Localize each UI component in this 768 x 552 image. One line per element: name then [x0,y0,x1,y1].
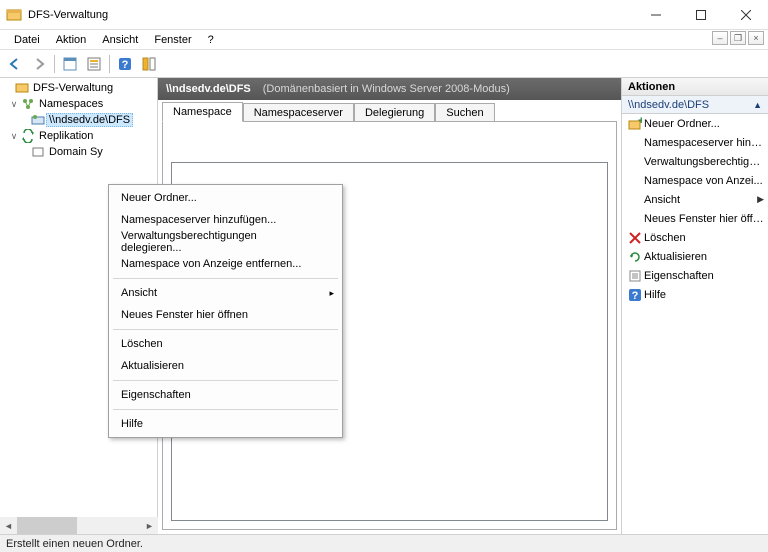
menubar: Datei Aktion Ansicht Fenster ? ‒ ❐ × [0,30,768,50]
scroll-thumb[interactable] [17,517,77,534]
close-button[interactable] [723,0,768,29]
nav-back-button[interactable] [4,53,26,75]
svg-text:?: ? [122,59,129,71]
replication-item-icon [30,144,46,160]
cm-ansicht[interactable]: Ansicht▸ [111,282,340,304]
menu-ansicht[interactable]: Ansicht [94,32,146,48]
chevron-right-icon: ▸ [329,288,334,299]
minimize-button[interactable] [633,0,678,29]
cm-eigenschaften[interactable]: Eigenschaften [111,384,340,406]
scroll-left-button[interactable]: ◄ [0,517,17,534]
action-nsserver-hinzufuegen[interactable]: Namespaceserver hinz... [622,133,768,152]
window-title: DFS-Verwaltung [28,9,633,21]
toolbar: ? [0,50,768,78]
replication-icon [20,128,36,144]
mdi-close[interactable]: × [748,31,764,45]
cm-neues-fenster[interactable]: Neues Fenster hier öffnen [111,304,340,326]
actions-header: Aktionen [622,78,768,96]
main-area: DFS-Verwaltung ∨ Namespaces \\ndsedv.de\… [0,78,768,534]
statusbar: Erstellt einen neuen Ordner. [0,534,768,552]
refresh-icon [626,251,644,263]
chevron-up-icon: ▲ [753,100,762,110]
tab-delegierung[interactable]: Delegierung [354,103,435,122]
toolbar-new-window-button[interactable] [59,53,81,75]
menu-fenster[interactable]: Fenster [146,32,199,48]
action-ansicht[interactable]: Ansicht▶ [622,190,768,209]
tree-scrollbar-h[interactable]: ◄ ► [0,517,158,534]
center-subtitle: (Domänenbasiert in Windows Server 2008-M… [263,83,510,95]
actions-pane: Aktionen \\ndsedv.de\DFS ▲ + Neuer Ordne… [622,78,768,534]
toolbar-show-hide-button[interactable] [138,53,160,75]
menu-aktion[interactable]: Aktion [48,32,95,48]
tree-namespaces[interactable]: ∨ Namespaces [0,96,157,112]
action-verwaltungsberechtigungen[interactable]: Verwaltungsberechtigu... [622,152,768,171]
action-ns-entfernen[interactable]: Namespace von Anzei... [622,171,768,190]
cm-hilfe[interactable]: Hilfe [111,413,340,435]
center-header: \\ndsedv.de\DFS (Domänenbasiert in Windo… [158,78,621,100]
mdi-restore[interactable]: ❐ [730,31,746,45]
help-icon: ? [626,289,644,301]
scroll-right-button[interactable]: ► [141,517,158,534]
action-neues-fenster[interactable]: Neues Fenster hier öffn... [622,209,768,228]
tree-root[interactable]: DFS-Verwaltung [0,80,157,96]
tree-namespace-item[interactable]: \\ndsedv.de\DFS [0,112,157,128]
tab-suchen[interactable]: Suchen [435,103,494,122]
chevron-right-icon: ▶ [757,194,764,205]
tabs: Namespace Namespaceserver Delegierung Su… [158,100,621,122]
cm-ns-entfernen[interactable]: Namespace von Anzeige entfernen... [111,253,340,275]
toolbar-properties-button[interactable] [83,53,105,75]
delete-icon [626,232,644,244]
collapse-icon[interactable]: ∨ [8,99,20,110]
mdi-controls: ‒ ❐ × [710,31,764,45]
tree-replication-item[interactable]: Domain Sy [0,144,157,160]
action-loeschen[interactable]: Löschen [622,228,768,247]
tree-replikation[interactable]: ∨ Replikation [0,128,157,144]
center-path: \\ndsedv.de\DFS [166,83,251,95]
action-aktualisieren[interactable]: Aktualisieren [622,247,768,266]
app-icon [6,7,22,23]
action-hilfe[interactable]: ? Hilfe [622,285,768,304]
svg-text:?: ? [632,290,639,301]
tab-namespaceserver[interactable]: Namespaceserver [243,103,354,122]
namespace-group-icon [20,96,36,112]
maximize-button[interactable] [678,0,723,29]
status-text: Erstellt einen neuen Ordner. [6,538,143,550]
tab-namespace[interactable]: Namespace [162,102,243,122]
cm-neuer-ordner[interactable]: Neuer Ordner... [111,187,340,209]
cm-aktualisieren[interactable]: Aktualisieren [111,355,340,377]
cm-verwaltungsberechtigungen[interactable]: Verwaltungsberechtigungen delegieren... [111,231,340,253]
folder-icon [14,80,30,96]
svg-text:+: + [638,117,642,127]
action-neuer-ordner[interactable]: + Neuer Ordner... [622,114,768,133]
toolbar-help-button[interactable]: ? [114,53,136,75]
menu-datei[interactable]: Datei [6,32,48,48]
actions-subheader[interactable]: \\ndsedv.de\DFS ▲ [622,96,768,114]
context-menu: Neuer Ordner... Namespaceserver hinzufüg… [108,184,343,438]
nav-forward-button[interactable] [28,53,50,75]
namespace-icon [30,112,46,128]
menu-help[interactable]: ? [200,32,222,48]
cm-nsserver-hinzufuegen[interactable]: Namespaceserver hinzufügen... [111,209,340,231]
cm-loeschen[interactable]: Löschen [111,333,340,355]
action-eigenschaften[interactable]: Eigenschaften [622,266,768,285]
collapse-icon[interactable]: ∨ [8,131,20,142]
folder-plus-icon: + [626,117,644,131]
mdi-minimize[interactable]: ‒ [712,31,728,45]
properties-icon [626,270,644,282]
titlebar: DFS-Verwaltung [0,0,768,30]
